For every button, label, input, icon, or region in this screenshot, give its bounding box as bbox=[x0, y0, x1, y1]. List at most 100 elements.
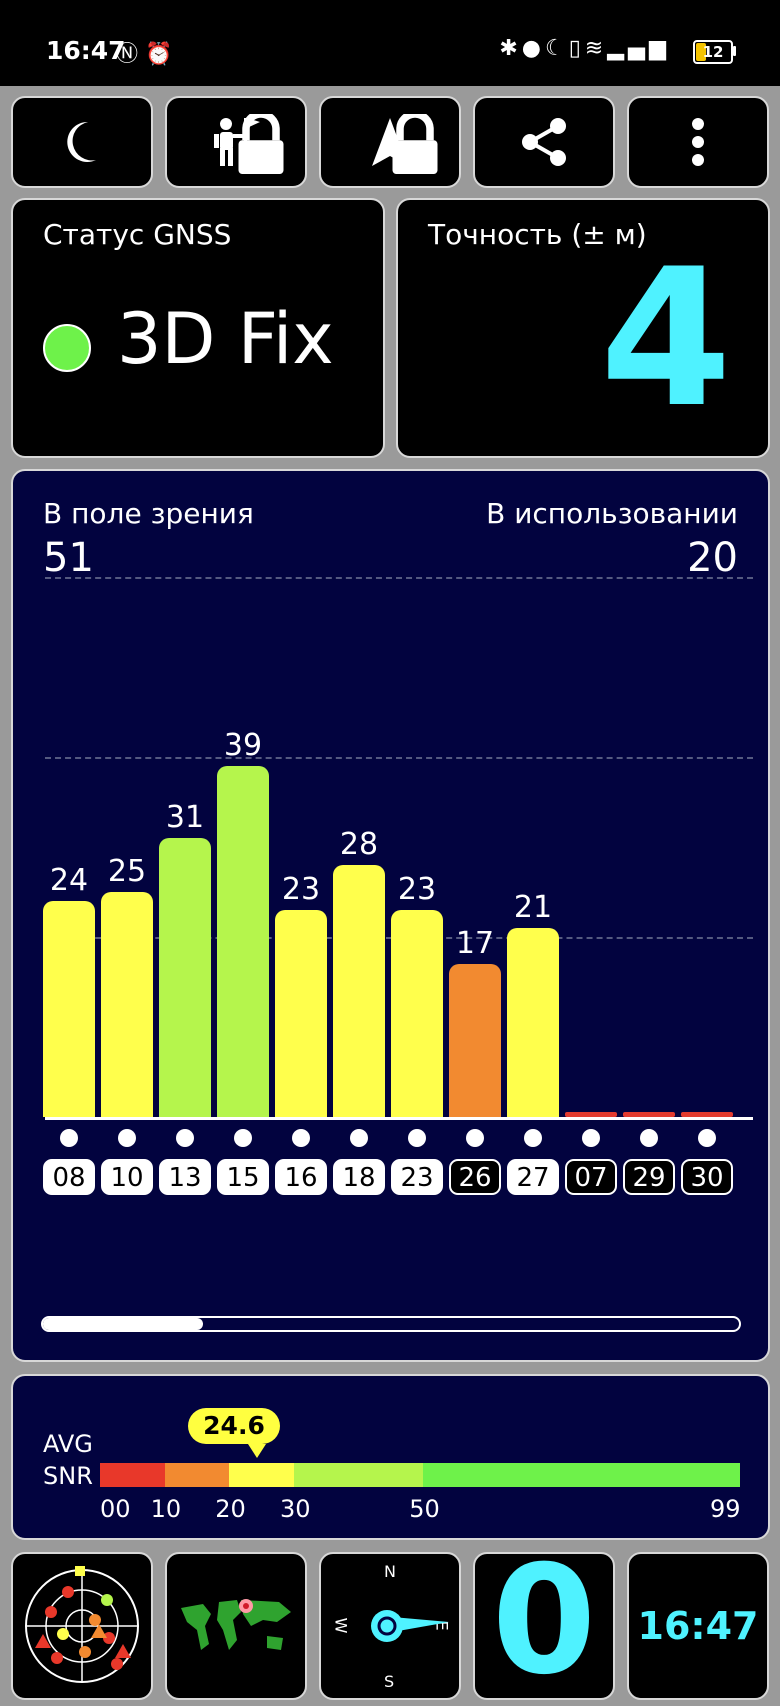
snr-bar bbox=[159, 838, 211, 1117]
snr-bar bbox=[565, 1112, 617, 1117]
satellite-prn-label[interactable]: 18 bbox=[333, 1159, 385, 1195]
satellite-prn-label[interactable]: 29 bbox=[623, 1159, 675, 1195]
satellite-status-dot bbox=[176, 1129, 194, 1147]
fix-indicator-dot bbox=[43, 324, 91, 372]
sky-plot-button[interactable] bbox=[11, 1552, 153, 1700]
snr-scale-tick: 50 bbox=[409, 1495, 440, 1523]
location-icon: ● bbox=[521, 36, 545, 61]
snr-bar-value: 23 bbox=[281, 872, 321, 907]
battery-icon: 12 bbox=[693, 40, 733, 64]
snr-bar-value: 25 bbox=[107, 854, 147, 889]
avg-snr-value-bubble: 24.6 bbox=[188, 1408, 280, 1444]
avg-snr-pointer bbox=[248, 1444, 266, 1458]
in-use-count: 20 bbox=[687, 535, 738, 581]
more-options-button[interactable] bbox=[627, 96, 769, 188]
person-flag-button[interactable] bbox=[165, 96, 307, 188]
battery-level: 12 bbox=[702, 43, 724, 61]
snr-scale-segment bbox=[164, 1463, 230, 1487]
snr-bar-value: 39 bbox=[223, 728, 263, 763]
avg-snr-label: AVG SNR bbox=[43, 1428, 93, 1492]
snr-scale-tick: 99 bbox=[710, 1495, 741, 1523]
snr-bar bbox=[275, 910, 327, 1117]
compass-button[interactable]: N S W E bbox=[319, 1552, 461, 1700]
scrollbar-thumb[interactable] bbox=[43, 1318, 204, 1330]
satellite-prn-label[interactable]: 08 bbox=[43, 1159, 95, 1195]
vibrate-icon: ▯ bbox=[568, 36, 585, 61]
accuracy-card[interactable]: Точность (± м) 4 bbox=[396, 198, 770, 458]
nfc-icon: Ⓝ bbox=[116, 42, 139, 67]
satellite-status-dot bbox=[466, 1129, 484, 1147]
accuracy-value: 4 bbox=[599, 228, 732, 449]
satellite-prn-label[interactable]: 26 bbox=[449, 1159, 501, 1195]
snr-bar bbox=[681, 1112, 733, 1117]
satellite-signal-panel[interactable]: В поле зрения 51 В использовании 20 24 08… bbox=[11, 469, 770, 1362]
snr-scale-segment bbox=[423, 1463, 740, 1487]
snr-bar bbox=[101, 892, 153, 1117]
snr-bar-value: 21 bbox=[513, 890, 553, 925]
snr-bar bbox=[449, 964, 501, 1117]
satellite-status-dot bbox=[582, 1129, 600, 1147]
in-use-label: В использовании bbox=[486, 497, 738, 530]
signal-icon: ▂▄▆ bbox=[607, 36, 670, 61]
gnss-status-value: 3D Fix bbox=[117, 298, 334, 380]
lock-icon bbox=[238, 114, 284, 174]
clock-tile[interactable]: 16:47 bbox=[627, 1552, 769, 1700]
snr-bar bbox=[43, 901, 95, 1117]
snr-scale-tick: 00 bbox=[100, 1495, 131, 1523]
alarm-icon: ⏰ bbox=[145, 42, 173, 67]
satellite-status-dot bbox=[640, 1129, 658, 1147]
satellite-prn-label[interactable]: 30 bbox=[681, 1159, 733, 1195]
clock-value: 16:47 bbox=[637, 1604, 759, 1648]
satellite-status-dot bbox=[698, 1129, 716, 1147]
snr-bar bbox=[217, 766, 269, 1117]
moon-icon: ☾ bbox=[544, 36, 569, 61]
more-vert-icon bbox=[692, 118, 704, 166]
snr-bar-value: 23 bbox=[397, 872, 437, 907]
satellite-prn-label[interactable]: 23 bbox=[391, 1159, 443, 1195]
lock-icon bbox=[392, 114, 438, 174]
satellite-prn-label[interactable]: 15 bbox=[217, 1159, 269, 1195]
share-icon bbox=[522, 118, 566, 166]
status-time: 16:47 bbox=[46, 36, 126, 65]
gnss-status-card[interactable]: Статус GNSS 3D Fix bbox=[11, 198, 385, 458]
snr-scale-tick: 20 bbox=[215, 1495, 246, 1523]
snr-bar-value: 31 bbox=[165, 800, 205, 835]
share-button[interactable] bbox=[473, 96, 615, 188]
night-mode-button[interactable] bbox=[11, 96, 153, 188]
snr-bar-value: 17 bbox=[455, 926, 495, 961]
navigation-button[interactable] bbox=[319, 96, 461, 188]
snr-bar bbox=[507, 928, 559, 1117]
snr-bar bbox=[333, 865, 385, 1117]
wifi-icon: ≋ bbox=[584, 36, 608, 61]
satellite-prn-label[interactable]: 27 bbox=[507, 1159, 559, 1195]
snr-scale-segment bbox=[229, 1463, 294, 1487]
snr-scale-tick: 30 bbox=[279, 1495, 311, 1523]
in-view-count: 51 bbox=[43, 535, 94, 581]
snr-bar-value: 28 bbox=[339, 827, 379, 862]
snr-bar bbox=[623, 1112, 675, 1117]
satellite-prn-label[interactable]: 16 bbox=[275, 1159, 327, 1195]
chart-baseline bbox=[45, 1117, 753, 1120]
snr-bar-value: 24 bbox=[49, 863, 89, 898]
satellite-prn-label[interactable]: 10 bbox=[101, 1159, 153, 1195]
status-right-icons: ✱●☾▯≋▂▄▆ bbox=[499, 36, 670, 61]
avg-snr-panel[interactable]: AVG SNR 00 10 20 30 50 99 bbox=[11, 1374, 770, 1540]
satellite-status-dot bbox=[350, 1129, 368, 1147]
satellite-prn-label[interactable]: 07 bbox=[565, 1159, 617, 1195]
snr-scale-tick: 10 bbox=[150, 1495, 182, 1523]
satellite-status-dot bbox=[118, 1129, 136, 1147]
satellite-list-scrollbar[interactable] bbox=[41, 1316, 741, 1332]
bluetooth-icon: ✱ bbox=[499, 36, 522, 61]
satellite-prn-label[interactable]: 13 bbox=[159, 1159, 211, 1195]
gridline bbox=[45, 577, 753, 579]
world-map-icon bbox=[181, 1599, 291, 1650]
speed-tile[interactable]: 0 bbox=[473, 1552, 615, 1700]
in-view-label: В поле зрения bbox=[43, 497, 254, 530]
snr-scale-segment bbox=[293, 1463, 424, 1487]
snr-bar bbox=[391, 910, 443, 1117]
snr-label: SNR bbox=[43, 1462, 93, 1490]
sky-plot-icon bbox=[25, 1566, 139, 1683]
world-map-button[interactable] bbox=[165, 1552, 307, 1700]
satellite-status-dot bbox=[408, 1129, 426, 1147]
satellite-status-dot bbox=[524, 1129, 542, 1147]
